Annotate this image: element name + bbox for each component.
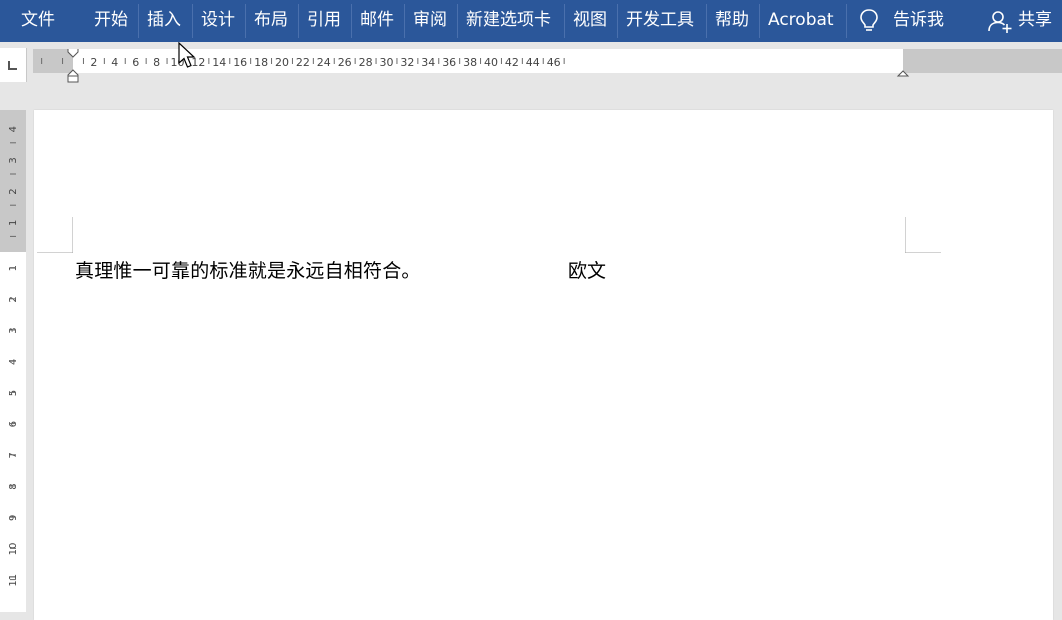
tab-view[interactable]: 视图 xyxy=(573,0,607,42)
tab-review[interactable]: 审阅 xyxy=(413,0,447,42)
vruler-number: 8 xyxy=(8,483,19,489)
tab-file[interactable]: 文件 xyxy=(21,0,55,42)
ruler-number: 24 xyxy=(317,56,331,69)
tab-stop-selector[interactable] xyxy=(0,48,27,82)
document-page[interactable] xyxy=(34,110,1053,620)
ruler-number: 30 xyxy=(380,56,394,69)
ruler-number: 44 xyxy=(526,56,540,69)
vruler-number: 10 xyxy=(8,543,19,556)
vruler-number: 3 xyxy=(8,327,19,333)
vruler-number: 11 xyxy=(8,574,19,587)
tab-design[interactable]: 设计 xyxy=(201,0,235,42)
tab-mailings[interactable]: 邮件 xyxy=(360,0,394,42)
vruler-number: 5 xyxy=(8,390,19,396)
mouse-pointer-icon xyxy=(178,42,196,68)
ruler-left-margin xyxy=(33,49,73,73)
ruler-number: 28 xyxy=(359,56,373,69)
left-indent-marker[interactable] xyxy=(67,75,79,83)
tab-home[interactable]: 开始 xyxy=(94,0,128,42)
vruler-number: 1 xyxy=(8,265,19,271)
ruler-number: 34 xyxy=(421,56,435,69)
tab-separator xyxy=(245,4,246,38)
tab-acrobat[interactable]: Acrobat xyxy=(768,0,834,42)
vruler-number: 4 xyxy=(8,359,19,365)
tab-separator xyxy=(404,4,405,38)
tab-separator xyxy=(759,4,760,38)
document-text-line[interactable]: 真理惟一可靠的标准就是永远自相符合。 xyxy=(75,256,421,283)
tab-separator xyxy=(457,4,458,38)
tab-separator xyxy=(564,4,565,38)
vruler-number: 3 xyxy=(8,157,19,163)
tab-layout[interactable]: 布局 xyxy=(254,0,288,42)
crop-mark-top-right xyxy=(905,217,941,253)
vruler-number: 9 xyxy=(8,515,19,521)
ruler-number: 20 xyxy=(275,56,289,69)
ruler-number: 2 xyxy=(90,56,97,69)
tab-new-tab[interactable]: 新建选项卡 xyxy=(466,0,551,42)
ruler-number: 14 xyxy=(212,56,226,69)
ruler-number: 38 xyxy=(463,56,477,69)
tab-separator xyxy=(351,4,352,38)
vruler-number: 7 xyxy=(8,452,19,458)
ruler-number: 8 xyxy=(153,56,160,69)
ruler-number: 6 xyxy=(132,56,139,69)
tab-help[interactable]: 帮助 xyxy=(715,0,749,42)
ruler-number: 42 xyxy=(505,56,519,69)
left-tab-icon xyxy=(8,61,17,70)
share-button[interactable]: 共享 xyxy=(988,0,1060,42)
ruler-number: 32 xyxy=(400,56,414,69)
vruler-number: 1 xyxy=(8,220,19,226)
tab-developer[interactable]: 开发工具 xyxy=(626,0,694,42)
ribbon-tab-bar: 文件 开始 插入 设计 布局 引用 邮件 审阅 新建选项卡 视图 开发工具 帮助… xyxy=(0,0,1062,42)
vruler-number: 2 xyxy=(8,188,19,194)
crop-mark-top-left xyxy=(37,217,73,253)
lightbulb-icon xyxy=(860,9,878,31)
add-person-icon xyxy=(988,11,1012,33)
ruler-number: 40 xyxy=(484,56,498,69)
ruler-number: 46 xyxy=(547,56,561,69)
ruler-number: 4 xyxy=(111,56,118,69)
tab-insert[interactable]: 插入 xyxy=(147,0,181,42)
tell-me-label: 告诉我 xyxy=(893,10,944,30)
tab-separator xyxy=(298,4,299,38)
ruler-number: 26 xyxy=(338,56,352,69)
ruler-number: 16 xyxy=(233,56,247,69)
ruler-number: 18 xyxy=(254,56,268,69)
vertical-ruler-graphic: 43211234567891011 xyxy=(0,110,26,612)
vruler-number: 4 xyxy=(8,126,19,132)
vruler-number: 6 xyxy=(8,421,19,427)
tab-separator xyxy=(138,4,139,38)
vruler-number: 2 xyxy=(8,296,19,302)
ruler-number: 36 xyxy=(442,56,456,69)
tab-separator xyxy=(192,4,193,38)
ruler-number: 22 xyxy=(296,56,310,69)
vruler-text-area xyxy=(0,252,26,612)
tab-separator xyxy=(617,4,618,38)
tab-references[interactable]: 引用 xyxy=(307,0,341,42)
document-text-word[interactable]: 欧文 xyxy=(568,256,606,283)
share-label: 共享 xyxy=(1018,10,1052,30)
tab-separator xyxy=(706,4,707,38)
tell-me-button[interactable]: 告诉我 xyxy=(858,0,948,42)
tab-separator xyxy=(846,4,847,38)
vertical-ruler[interactable]: 4 3 2 1 1 2 3 4 5 6 7 8 9 10 11 xyxy=(0,110,26,612)
ruler-right-margin xyxy=(903,49,1062,73)
